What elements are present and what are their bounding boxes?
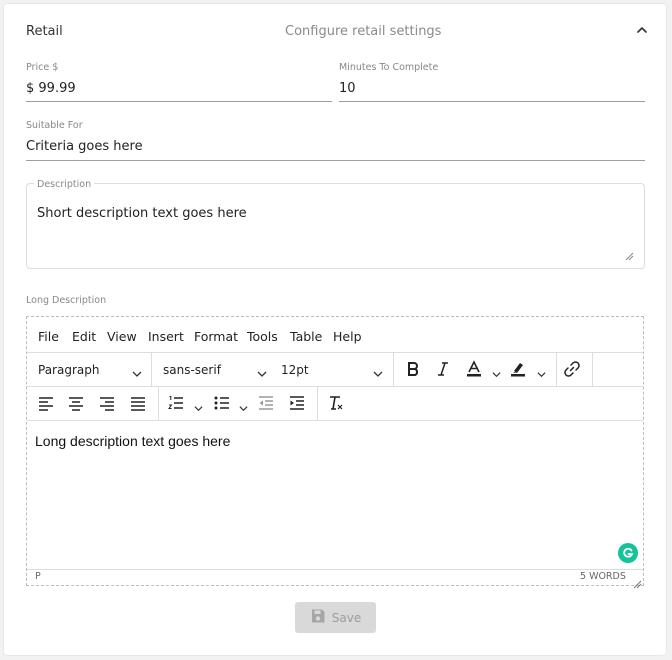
numbered-list-icon[interactable] (167, 394, 185, 412)
description-textarea[interactable] (26, 183, 645, 269)
toolbar-divider (158, 386, 159, 420)
minutes-label: Minutes To Complete (339, 62, 439, 73)
link-icon[interactable] (563, 360, 581, 378)
menu-tools[interactable]: Tools (247, 329, 278, 344)
editor-menubar: File Edit View Insert Format Tools Table… (27, 317, 643, 353)
grammarly-icon[interactable] (618, 543, 638, 563)
menu-format[interactable]: Format (194, 329, 238, 344)
menu-help[interactable]: Help (333, 329, 362, 344)
editor-toolbar-primary: Paragraph sans-serif 12pt (27, 352, 643, 387)
suitable-input[interactable]: Criteria goes here (26, 139, 143, 154)
minutes-underline (339, 101, 645, 102)
chevron-down-icon[interactable] (537, 364, 546, 378)
block-format-select[interactable]: Paragraph (38, 363, 99, 377)
highlight-icon[interactable] (509, 360, 527, 378)
menu-table[interactable]: Table (290, 329, 322, 344)
editor-toolbar-secondary (27, 386, 643, 421)
element-path[interactable]: P (35, 571, 41, 582)
align-left-icon[interactable] (37, 394, 55, 412)
rich-text-editor: File Edit View Insert Format Tools Table… (26, 316, 644, 589)
price-input[interactable]: $ 99.99 (26, 81, 76, 96)
bold-icon[interactable] (404, 360, 422, 378)
long-description-label: Long Description (26, 295, 107, 306)
chevron-up-icon[interactable] (634, 22, 650, 38)
toolbar-divider (151, 352, 152, 386)
toolbar-divider (393, 352, 394, 386)
indent-icon[interactable] (288, 394, 306, 412)
chevron-down-icon[interactable] (492, 364, 501, 378)
italic-icon[interactable] (434, 360, 452, 378)
save-label: Save (331, 610, 362, 625)
resize-handle-icon[interactable] (624, 246, 634, 261)
chevron-down-icon[interactable] (239, 398, 248, 412)
toolbar-divider (317, 386, 318, 420)
chevron-down-icon[interactable] (373, 364, 383, 377)
align-right-icon[interactable] (98, 394, 116, 412)
price-label: Price $ (26, 62, 59, 73)
align-justify-icon[interactable] (129, 394, 147, 412)
menu-insert[interactable]: Insert (148, 329, 184, 344)
editor-content[interactable]: Long description text goes here (35, 433, 230, 449)
section-title: Retail (26, 24, 63, 39)
retail-card: Retail Configure retail settings Price $… (4, 4, 666, 655)
outdent-icon[interactable] (257, 394, 275, 412)
description-label: Description (34, 179, 95, 190)
menu-file[interactable]: File (38, 329, 59, 344)
minutes-input[interactable]: 10 (339, 81, 356, 96)
word-count: 5 WORDS (580, 571, 626, 582)
chevron-down-icon[interactable] (132, 364, 142, 377)
suitable-label: Suitable For (26, 120, 83, 131)
clear-format-icon[interactable] (327, 394, 345, 412)
font-size-select[interactable]: 12pt (281, 363, 309, 377)
font-family-select[interactable]: sans-serif (163, 363, 221, 377)
description-value: Short description text goes here (37, 206, 247, 221)
editor-statusbar: P 5 WORDS (27, 569, 643, 589)
bullet-list-icon[interactable] (213, 394, 231, 412)
floppy-disk-icon (310, 608, 326, 628)
menu-edit[interactable]: Edit (72, 329, 96, 344)
chevron-down-icon[interactable] (257, 364, 267, 377)
align-center-icon[interactable] (67, 394, 85, 412)
suitable-underline (26, 160, 645, 161)
resize-handle-icon[interactable] (632, 574, 642, 589)
save-button[interactable]: Save (295, 602, 376, 633)
text-color-icon[interactable] (465, 360, 483, 378)
price-underline (26, 101, 332, 102)
menu-view[interactable]: View (107, 329, 137, 344)
toolbar-divider (556, 352, 557, 386)
toolbar-divider (592, 352, 593, 386)
chevron-down-icon[interactable] (194, 398, 203, 412)
section-subtitle: Configure retail settings (285, 24, 442, 39)
